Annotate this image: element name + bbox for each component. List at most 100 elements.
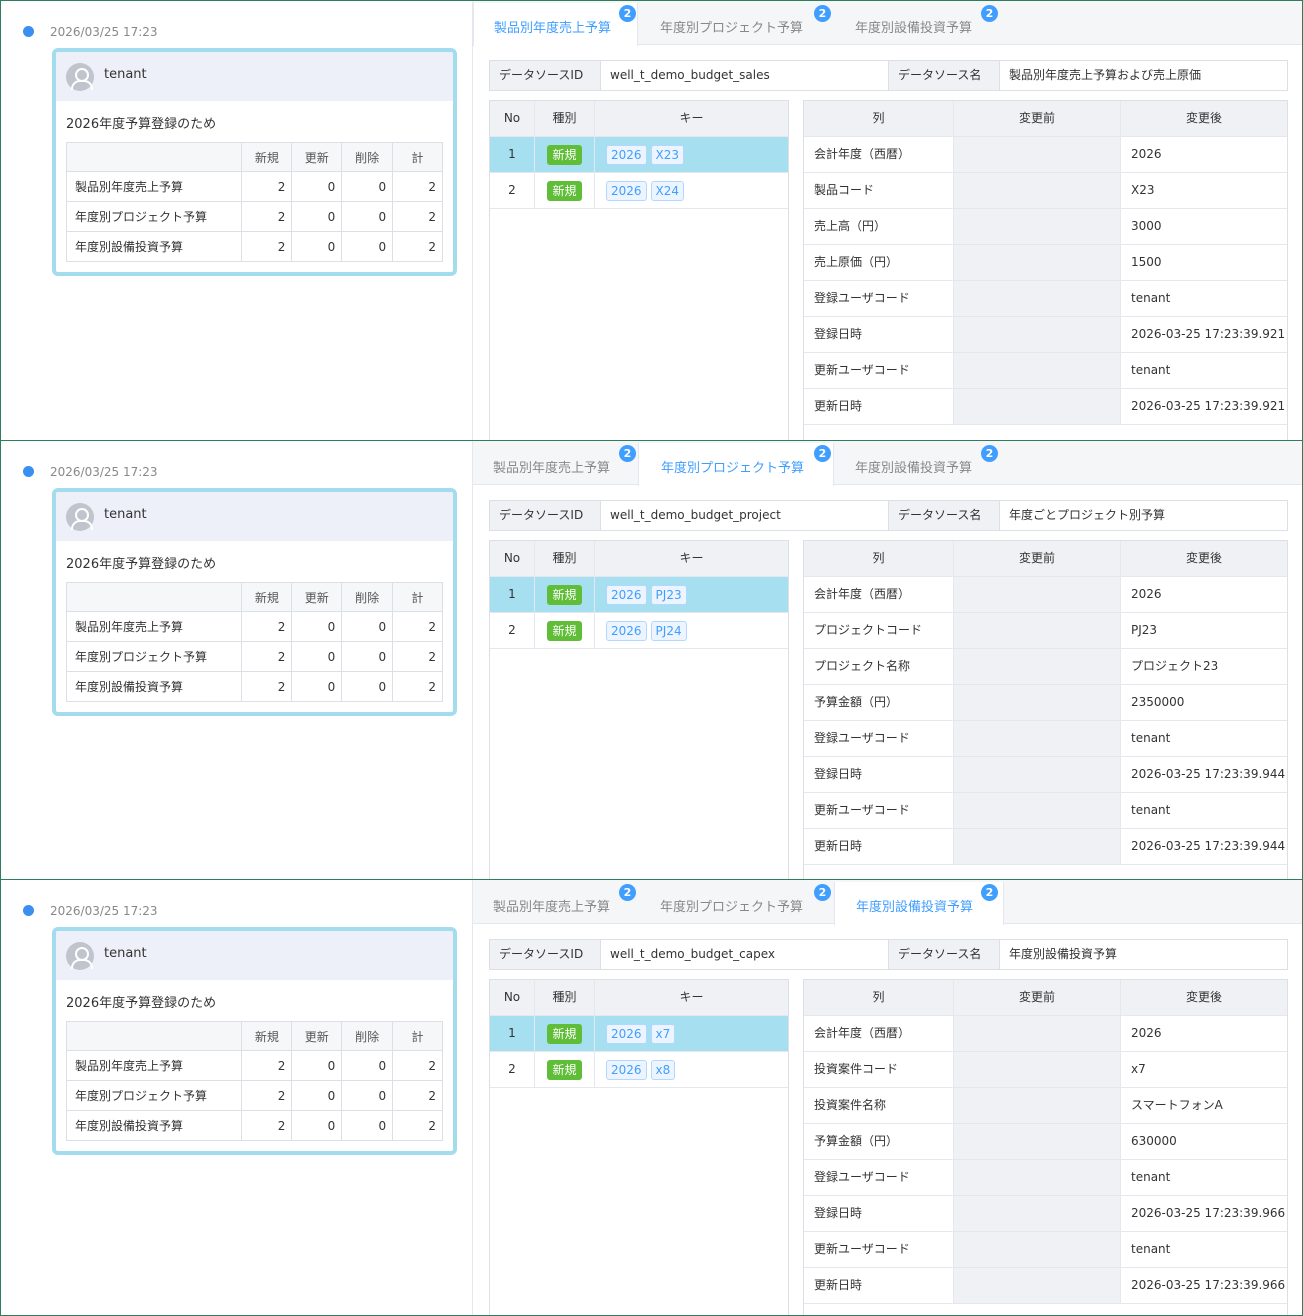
summary-header-cell: 更新 — [291, 582, 343, 612]
detail-table-row: 登録ユーザコード tenant — [804, 1160, 1287, 1196]
history-timeline: 2026/03/25 17:23 tenant 2026年度予算登録のため 新規… — [1, 441, 473, 879]
detail-before-value — [954, 137, 1121, 172]
summary-total-count: 2 — [392, 1050, 443, 1081]
key-table-row[interactable]: 1 新規 2026 PJ23 — [490, 577, 788, 613]
detail-header-column: 列 — [804, 980, 954, 1015]
detail-before-value — [954, 829, 1121, 864]
summary-header-cell: 更新 — [291, 1021, 343, 1051]
summary-row-label: 製品別年度売上予算 — [65, 171, 243, 202]
detail-after-value: 630000 — [1131, 1134, 1177, 1148]
detail-header-after: 変更後 — [1121, 541, 1287, 576]
detail-table-row: 製品コード X23 — [804, 173, 1287, 209]
key-table-row[interactable]: 2 新規 2026 X24 — [490, 173, 788, 209]
detail-table-row: 更新日時 2026-03-25 17:23:39.966 — [804, 1268, 1287, 1304]
timeline-dot-icon — [23, 905, 34, 916]
datasource-tabs: 製品別年度売上予算 2 年度別プロジェクト予算 2 年度別設備投資予算 2 — [473, 880, 1302, 925]
tab-count-badge: 2 — [981, 5, 998, 22]
key-row-keys: 2026 PJ23 — [595, 577, 788, 612]
detail-before-value — [954, 793, 1121, 828]
key-table: No 種別 キー 1 新規 2026 x7 2 新規 2026 x8 — [489, 979, 789, 1315]
key-header-kind: 種別 — [535, 541, 595, 576]
history-card[interactable]: tenant 2026年度予算登録のため 新規 更新 削除 計 製品別年度売上予… — [52, 48, 457, 276]
summary-total-count: 2 — [392, 1110, 443, 1141]
detail-column-name: 会計年度（西暦） — [804, 577, 954, 612]
summary-delete-count: 0 — [341, 671, 394, 702]
summary-row: 年度別プロジェクト予算 2 0 0 2 — [65, 201, 443, 232]
tab-datasource-2[interactable]: 年度別プロジェクト予算 — [638, 443, 834, 486]
key-header-kind: 種別 — [535, 101, 595, 136]
detail-table-row: 投資案件コード x7 — [804, 1052, 1287, 1088]
tab-datasource-1[interactable]: 製品別年度売上予算 — [473, 882, 638, 924]
detail-table-row: 登録日時 2026-03-25 17:23:39.966 — [804, 1196, 1287, 1232]
key-table: No 種別 キー 1 新規 2026 PJ23 2 新規 2026 PJ24 — [489, 540, 789, 879]
key-row-keys: 2026 x7 — [595, 1016, 788, 1051]
tab-count-badge: 2 — [619, 445, 636, 462]
datasource-id-value: well_t_demo_budget_sales — [601, 61, 889, 90]
detail-column-name: 投資案件コード — [804, 1052, 954, 1087]
tab-datasource-3[interactable]: 年度別設備投資予算 — [834, 882, 1004, 925]
summary-new-count: 2 — [241, 171, 293, 202]
key-table-row[interactable]: 2 新規 2026 x8 — [490, 1052, 788, 1088]
new-status-tag: 新規 — [547, 584, 582, 605]
tab-datasource-3[interactable]: 年度別設備投資予算 — [834, 443, 1004, 485]
summary-update-count: 0 — [291, 231, 343, 262]
detail-after-value: 2026-03-25 17:23:39.921 — [1131, 399, 1286, 413]
change-detail-table: 列 変更前 変更後 会計年度（西暦） 2026 プロジェクトコード PJ23 プロジェク… — [803, 540, 1288, 879]
summary-delete-count: 0 — [341, 171, 394, 202]
detail-before-value — [954, 317, 1121, 352]
datasource-tabs: 製品別年度売上予算 2 年度別プロジェクト予算 2 年度別設備投資予算 2 — [473, 1, 1302, 46]
detail-after-value: tenant — [1131, 1242, 1171, 1256]
history-card[interactable]: tenant 2026年度予算登録のため 新規 更新 削除 計 製品別年度売上予… — [52, 927, 457, 1155]
key-value-tag: PJ23 — [650, 584, 687, 605]
key-table-row[interactable]: 1 新規 2026 x7 — [490, 1016, 788, 1052]
summary-delete-count: 0 — [341, 231, 394, 262]
detail-column-name: 投資案件名称 — [804, 1088, 954, 1123]
summary-row: 製品別年度売上予算 2 0 0 2 — [65, 171, 443, 202]
key-table-row[interactable]: 2 新規 2026 PJ24 — [490, 613, 788, 649]
summary-total-count: 2 — [392, 641, 443, 672]
history-timestamp: 2026/03/25 17:23 — [50, 25, 158, 39]
tab-datasource-3[interactable]: 年度別設備投資予算 — [834, 3, 1004, 45]
detail-table-header: 列 変更前 変更後 — [804, 101, 1287, 137]
tab-label: 製品別年度売上予算 — [493, 461, 611, 476]
detail-column-name: 登録ユーザコード — [804, 1160, 954, 1195]
summary-total-count: 2 — [392, 611, 443, 642]
summary-row: 年度別プロジェクト予算 2 0 0 2 — [65, 641, 443, 672]
summary-total-count: 2 — [392, 671, 443, 702]
detail-after-value: tenant — [1131, 363, 1171, 377]
summary-update-count: 0 — [291, 1080, 343, 1111]
summary-header-row: 新規 更新 削除 計 — [65, 142, 443, 172]
tab-datasource-1[interactable]: 製品別年度売上予算 — [473, 443, 638, 485]
detail-table-row: プロジェクトコード PJ23 — [804, 613, 1287, 649]
key-table-row[interactable]: 1 新規 2026 X23 — [490, 137, 788, 173]
tab-count-badge: 2 — [981, 884, 998, 901]
tab-label: 年度別設備投資予算 — [855, 461, 973, 476]
detail-table-row: 登録ユーザコード tenant — [804, 721, 1287, 757]
detail-column-name: 予算金額（円） — [804, 1124, 954, 1159]
detail-table-row: 予算金額（円） 630000 — [804, 1124, 1287, 1160]
tab-datasource-2[interactable]: 年度別プロジェクト予算 — [638, 3, 834, 45]
tab-datasource-2[interactable]: 年度別プロジェクト予算 — [638, 882, 834, 924]
summary-update-count: 0 — [291, 1110, 343, 1141]
key-row-kind: 新規 — [535, 137, 595, 172]
card-comment: 2026年度予算登録のため — [66, 557, 217, 572]
detail-column-name: 会計年度（西暦） — [804, 137, 954, 172]
detail-table-row: 更新ユーザコード tenant — [804, 1232, 1287, 1268]
detail-table-row: 会計年度（西暦） 2026 — [804, 1016, 1287, 1052]
summary-header-row: 新規 更新 削除 計 — [65, 1021, 443, 1051]
detail-before-value — [954, 1052, 1121, 1087]
detail-table-row: 登録日時 2026-03-25 17:23:39.921 — [804, 317, 1287, 353]
summary-header-cell: 計 — [392, 582, 443, 612]
tab-datasource-1[interactable]: 製品別年度売上予算 — [473, 3, 638, 46]
change-detail-table: 列 変更前 変更後 会計年度（西暦） 2026 製品コード X23 売上高（円） 3000… — [803, 100, 1288, 440]
detail-before-value — [954, 245, 1121, 280]
detail-column-name: 登録日時 — [804, 317, 954, 352]
history-card[interactable]: tenant 2026年度予算登録のため 新規 更新 削除 計 製品別年度売上予… — [52, 488, 457, 716]
summary-row-label: 製品別年度売上予算 — [65, 611, 243, 642]
summary-total-count: 2 — [392, 201, 443, 232]
detail-before-value — [954, 1016, 1121, 1051]
history-timestamp: 2026/03/25 17:23 — [50, 465, 158, 479]
detail-column-name: 登録日時 — [804, 757, 954, 792]
summary-new-count: 2 — [241, 1110, 293, 1141]
key-row-kind: 新規 — [535, 1016, 595, 1051]
